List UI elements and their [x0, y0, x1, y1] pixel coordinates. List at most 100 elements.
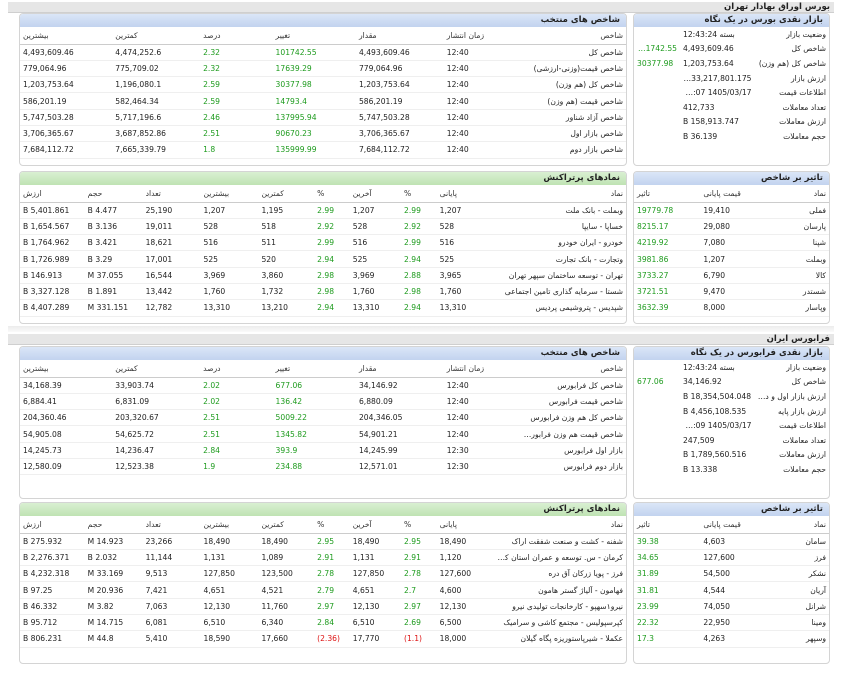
table-row[interactable]: فرز - پویا زرکان آق دره 127,600 2.78 127,85… [20, 565, 626, 583]
column-header[interactable]: تغییر [272, 360, 356, 378]
table-row[interactable]: کالا 6,790 3733.27 [634, 267, 829, 284]
table-row[interactable]: وسپهر 4,263 17.3 [634, 630, 829, 648]
market-change [634, 71, 680, 86]
table-row[interactable]: وپاسار 8,000 3632.39 [634, 299, 829, 317]
table-row[interactable]: شپدیس - پتروشیمی پردیس 13,310 2.94 13,310 2.… [20, 299, 626, 317]
table-row[interactable]: بازار دوم فرابورس 12:30 12,571.01 234.88 1.9… [20, 458, 626, 476]
table-row[interactable]: شاخص قیمت(وزنی-ارزشی) 12:40 779,064.96 1763… [20, 60, 626, 78]
table-row[interactable]: بازار اول فرابورس 12:30 14,245.99 393.9 2.84… [20, 442, 626, 459]
table-row[interactable]: فهامون - آلیاژ گستر هامون 4,600 2.7 4,651 2.… [20, 581, 626, 599]
column-header[interactable]: حجم [84, 516, 143, 534]
table-row[interactable]: وبملت 1,207 3981.86 [634, 250, 829, 268]
table-row[interactable]: خساپا - سایپا 528 2.92 528 2.92 518 528 19,011 3… [20, 218, 626, 236]
column-header[interactable]: بیشترین [20, 360, 113, 378]
column-header[interactable]: قیمت پایانی [700, 516, 767, 534]
column-header[interactable]: تاثیر [634, 185, 701, 203]
column-header[interactable]: % [314, 185, 350, 203]
cell-value: 1,654.567 B [20, 218, 85, 236]
column-header[interactable]: % [401, 516, 437, 534]
table-row[interactable]: نشکر 54,500 31.89 [634, 565, 829, 583]
column-header[interactable]: درصد [200, 360, 273, 378]
column-header[interactable]: کمترین [112, 27, 201, 45]
column-header[interactable]: آخرین [349, 185, 401, 203]
table-row[interactable]: وبملت - بانک ملت 1,207 2.99 1,207 2.99 1,195 1… [20, 202, 626, 219]
table-row[interactable]: عکملا - شیرپاستوریزه پگاه گیلان 18,000 (1.… [20, 630, 626, 648]
column-header[interactable]: کمترین [112, 360, 201, 378]
table-row[interactable]: شاخص کل فرابورس 12:40 34,146.92 677.06 2.02 3… [20, 377, 626, 394]
column-header[interactable]: % [314, 516, 350, 534]
table-row[interactable]: شاخص قیمت (هم وزن) 12:40 586,201.19 14793.4… [20, 92, 626, 110]
cell-value: 7,684,112.72 [355, 141, 444, 159]
column-header[interactable]: مقدار [355, 360, 444, 378]
column-header[interactable]: پایانی [436, 185, 493, 203]
cell-value: 2.94 [314, 250, 350, 268]
column-header[interactable]: شاخص [520, 27, 626, 45]
column-header[interactable]: زمان انتشار [443, 360, 521, 378]
cell-value: 54,901.21 [355, 425, 444, 443]
column-header[interactable]: نماد [766, 185, 829, 203]
table-row[interactable]: ومینا 22,950 22.32 [634, 614, 829, 632]
column-header[interactable]: نماد [492, 185, 626, 203]
table-row[interactable]: فرز 127,600 34.65 [634, 549, 829, 567]
table-row[interactable]: شفنه - کشت و صنعت شفقت اراک 18,490 2.95 18,… [20, 533, 626, 550]
column-header[interactable]: کمترین [258, 516, 315, 534]
column-header[interactable]: کمترین [258, 185, 315, 203]
column-header[interactable]: بیشترین [20, 27, 113, 45]
row-label: شپدیس - پتروشیمی پردیس [492, 299, 626, 317]
farabourse-symbols-panel: نمادهای پرتراکنش نماد پایانی% آخرین% کمترین… [19, 502, 627, 664]
column-header[interactable]: پایانی [436, 516, 493, 534]
column-header[interactable]: تغییر [272, 27, 356, 45]
table-row[interactable]: شاخص آزاد شناور 12:40 5,747,503.28 137995.9… [20, 109, 626, 126]
table-row[interactable]: شاخص قیمت فرابورس 12:40 6,880.09 136.42 2.02… [20, 393, 626, 411]
column-header[interactable]: نماد [766, 516, 829, 534]
column-header[interactable]: بیشترین [200, 516, 259, 534]
table-row[interactable]: شاخص قیمت هم وزن فرابورس 12:40 54,901.21 13… [20, 425, 626, 443]
column-header[interactable]: بیشترین [200, 185, 259, 203]
cell-value: 4,544 [700, 581, 767, 599]
table-row[interactable]: شستدر 9,470 3721.51 [634, 283, 829, 301]
table-row[interactable]: آریان 4,544 31.81 [634, 581, 829, 599]
cell-value: 12:40 [443, 425, 521, 443]
cell-value: 586,201.19 [355, 92, 444, 110]
table-row[interactable]: شرانل 74,050 23.99 [634, 598, 829, 615]
tehran-indices-header: شاخص های منتخب [20, 14, 626, 27]
table-row[interactable]: شپنا 7,080 4219.92 [634, 234, 829, 252]
column-header[interactable]: نماد [492, 516, 626, 534]
column-header[interactable]: آخرین [349, 516, 401, 534]
table-row[interactable]: شستا - سرمایه گذاری تامین اجتماعی 1,760 2.… [20, 283, 626, 301]
table-row[interactable]: وتجارت - بانک تجارت 525 2.94 525 2.94 520 525 1… [20, 250, 626, 268]
table-row[interactable]: کپرسپولیس - مجتمع کاشی و سرامیک 6,500 2.69… [20, 614, 626, 632]
column-header[interactable]: درصد [200, 27, 273, 45]
column-header[interactable]: تعداد [142, 185, 201, 203]
column-header[interactable]: تعداد [142, 516, 201, 534]
cell-value: 2.99 [401, 202, 437, 219]
table-row[interactable]: سامان 4,603 39.38 [634, 533, 829, 550]
column-header[interactable]: % [401, 185, 437, 203]
table-row[interactable]: شاخص کل 12:40 4,493,609.46 101742.55 2.32 4,4… [20, 44, 626, 61]
cell-value: 12:40 [443, 76, 521, 94]
table-row[interactable]: شاخص بازار اول 12:40 3,706,365.67 90670.23 2… [20, 125, 626, 143]
cell-value: 12,130 [349, 598, 401, 615]
table-row[interactable]: شاخص بازار دوم 12:40 7,684,112.72 135999.99… [20, 141, 626, 159]
market-value: 1405/03/17 12:43:09 [680, 421, 752, 431]
cell-value: 12:30 [443, 458, 521, 476]
column-header[interactable]: قیمت پایانی [700, 185, 767, 203]
column-header[interactable]: ارزش [20, 185, 85, 203]
column-header[interactable]: زمان انتشار [443, 27, 521, 45]
table-row[interactable]: شاخص کل هم وزن فرابورس 12:40 204,346.05 500… [20, 409, 626, 427]
table-row[interactable]: خودرو - ایران خودرو 516 2.99 516 2.99 511 516 1… [20, 234, 626, 252]
column-header[interactable]: ارزش [20, 516, 85, 534]
cell-value: 2.78 [401, 565, 437, 583]
table-row[interactable]: فملی 19,410 19779.78 [634, 202, 829, 219]
table-row[interactable]: پارسان 29,080 8215.17 [634, 218, 829, 236]
column-header[interactable]: تاثیر [634, 516, 701, 534]
column-header[interactable]: حجم [84, 185, 143, 203]
table-row[interactable]: شاخص کل (هم وزن) 12:40 1,203,753.64 30377.9… [20, 76, 626, 94]
table-row[interactable]: کرمان - س. توسعه و عمران استان کرمان 1,12… [20, 549, 626, 567]
cell-value: 34,168.39 [20, 377, 113, 394]
table-row[interactable]: نیرو۱سهپو - کارخانجات تولیدی نیرو 12,130 2… [20, 598, 626, 615]
column-header[interactable]: شاخص [520, 360, 626, 378]
column-header[interactable]: مقدار [355, 27, 444, 45]
cell-value: 136.42 [272, 393, 356, 411]
table-row[interactable]: تهران - توسعه ساختمان سپهر تهران 3,965 2.8… [20, 267, 626, 284]
